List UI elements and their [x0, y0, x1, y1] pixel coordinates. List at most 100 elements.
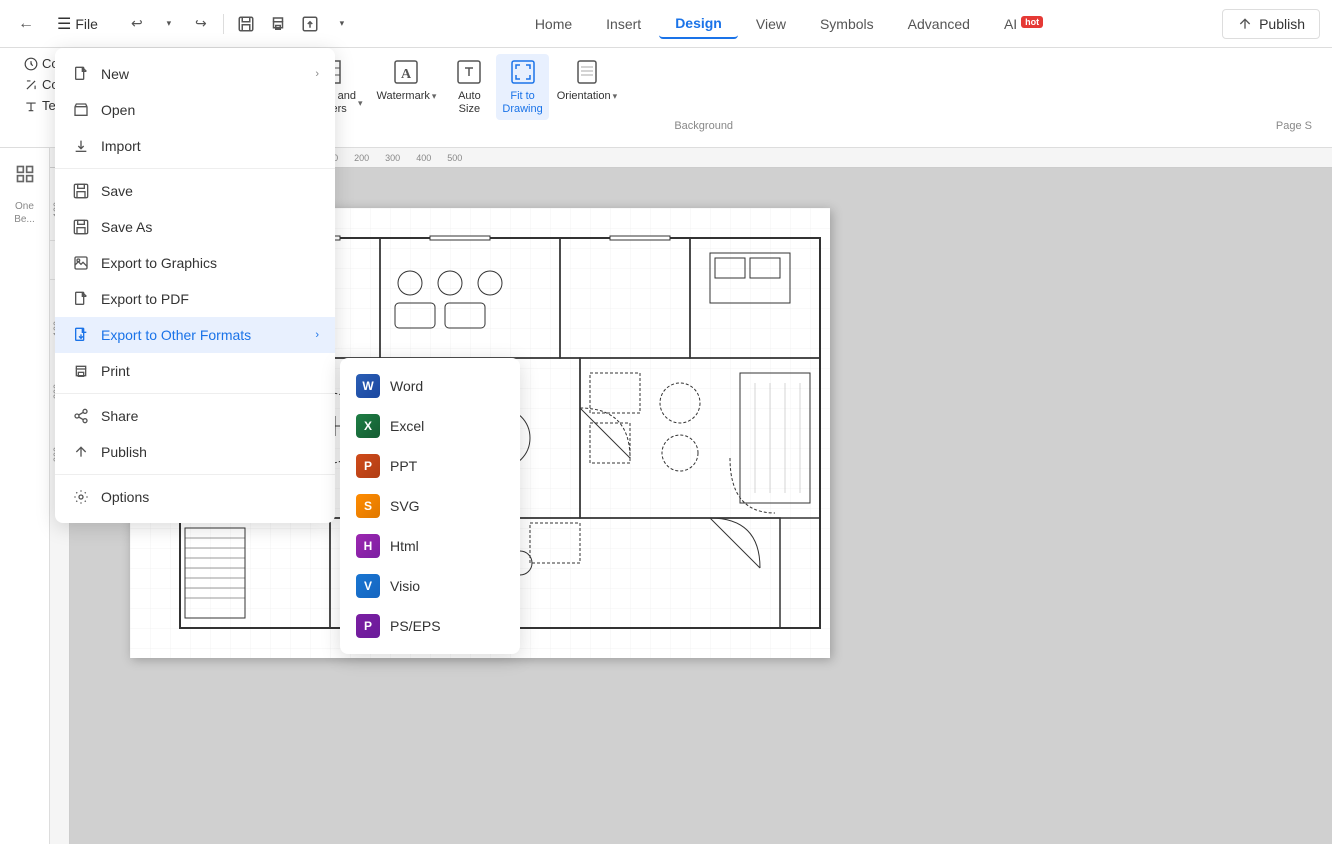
share-icon [71, 406, 91, 426]
menu-item-export-other[interactable]: Export to Other Formats › [55, 317, 335, 353]
fit-to-drawing-button[interactable]: Fit toDrawing [496, 54, 548, 120]
menu-item-save[interactable]: Save [55, 173, 335, 209]
export-other-chevron: › [315, 329, 319, 341]
import-icon [71, 136, 91, 156]
new-label: New [101, 66, 129, 82]
fit-to-drawing-label: Fit toDrawing [502, 90, 542, 116]
submenu-excel[interactable]: X Excel [340, 406, 520, 446]
submenu-word[interactable]: W Word [340, 366, 520, 406]
watermark-label: Watermark ▾ [376, 90, 436, 102]
html-label: Html [390, 538, 419, 554]
export-graphics-label: Export to Graphics [101, 255, 217, 271]
pseps-label: PS/EPS [390, 618, 441, 634]
publish-menu-icon [71, 442, 91, 462]
export-other-label: Export to Other Formats [101, 327, 251, 343]
sidebar-tab-1[interactable] [7, 156, 43, 192]
auto-size-button[interactable]: AutoSize [444, 54, 494, 120]
menu-item-export-pdf[interactable]: Export to PDF [55, 281, 335, 317]
publish-button[interactable]: Publish [1222, 9, 1320, 39]
menu-separator-3 [55, 474, 335, 475]
export-pdf-icon [71, 289, 91, 309]
publish-menu-label: Publish [101, 444, 147, 460]
new-chevron: › [315, 68, 319, 80]
left-sidebar: One Be... [0, 148, 50, 844]
menu-item-open[interactable]: Open [55, 92, 335, 128]
open-label: Open [101, 102, 135, 118]
visio-label: Visio [390, 578, 420, 594]
menu-item-publish[interactable]: Publish [55, 434, 335, 470]
ai-badge: hot [1021, 16, 1043, 28]
undo-button[interactable]: ↩ [123, 10, 151, 38]
print-menu-icon [71, 361, 91, 381]
excel-icon: X [356, 414, 380, 438]
save-as-label: Save As [101, 219, 152, 235]
svg-icon: S [356, 494, 380, 518]
sidebar-text: One Be... [14, 200, 35, 226]
tab-home[interactable]: Home [519, 10, 588, 38]
options-label: Options [101, 489, 149, 505]
file-menu-button[interactable]: ☰ File [46, 9, 109, 39]
print-menu-label: Print [101, 363, 130, 379]
nav-tabs: Home Insert Design View Symbols Advanced… [519, 9, 1059, 39]
menu-item-import[interactable]: Import [55, 128, 335, 164]
title-bar: ← ☰ File ↩ ▾ ↪ ▾ Home Insert Design View [0, 0, 1332, 48]
options-icon [71, 487, 91, 507]
word-icon: W [356, 374, 380, 398]
submenu-ppt[interactable]: P PPT [340, 446, 520, 486]
publish-label: Publish [1259, 16, 1305, 32]
submenu-svg[interactable]: S SVG [340, 486, 520, 526]
tab-view[interactable]: View [740, 10, 802, 38]
menu-item-new[interactable]: New › [55, 56, 335, 92]
tab-ai[interactable]: AI hot [988, 10, 1059, 38]
menu-separator-1 [55, 168, 335, 169]
tab-design[interactable]: Design [659, 9, 738, 39]
open-icon [71, 100, 91, 120]
redo-button[interactable]: ↪ [187, 10, 215, 38]
menu-item-save-as[interactable]: Save As [55, 209, 335, 245]
title-bar-left: ← ☰ File ↩ ▾ ↪ ▾ [12, 9, 356, 39]
export-graphics-icon [71, 253, 91, 273]
undo-dropdown[interactable]: ▾ [155, 10, 183, 38]
menu-item-print[interactable]: Print [55, 353, 335, 389]
file-label: File [75, 16, 98, 32]
save-as-icon [71, 217, 91, 237]
save-label: Save [101, 183, 133, 199]
html-icon: H [356, 534, 380, 558]
orientation-button[interactable]: Orientation ▾ [551, 54, 623, 106]
tab-advanced[interactable]: Advanced [892, 10, 986, 38]
tab-symbols[interactable]: Symbols [804, 10, 890, 38]
menu-item-options[interactable]: Options [55, 479, 335, 515]
import-label: Import [101, 138, 141, 154]
ppt-icon: P [356, 454, 380, 478]
word-label: Word [390, 378, 423, 394]
orientation-label: Orientation ▾ [557, 90, 617, 102]
submenu-pseps[interactable]: P PS/EPS [340, 606, 520, 646]
save-icon [71, 181, 91, 201]
menu-item-share[interactable]: Share [55, 398, 335, 434]
toolbar-icons: ↩ ▾ ↪ ▾ [123, 10, 356, 38]
file-menu[interactable]: New › Open Import Save [55, 48, 335, 523]
submenu-html[interactable]: H Html [340, 526, 520, 566]
print-button[interactable] [264, 10, 292, 38]
more-button[interactable]: ▾ [328, 10, 356, 38]
page-section-label: Page S [1276, 120, 1312, 132]
visio-icon: V [356, 574, 380, 598]
export-pdf-label: Export to PDF [101, 291, 189, 307]
submenu-visio[interactable]: V Visio [340, 566, 520, 606]
export-button[interactable] [296, 10, 324, 38]
menu-separator-2 [55, 393, 335, 394]
watermark-button[interactable]: A Watermark ▾ [370, 54, 442, 106]
back-button[interactable]: ← [12, 10, 40, 38]
menu-item-export-graphics[interactable]: Export to Graphics [55, 245, 335, 281]
auto-size-label: AutoSize [458, 90, 481, 116]
save-button[interactable] [232, 10, 260, 38]
pseps-icon: P [356, 614, 380, 638]
share-label: Share [101, 408, 138, 424]
ppt-label: PPT [390, 458, 417, 474]
export-other-icon [71, 325, 91, 345]
svg-text:A: A [401, 67, 412, 82]
excel-label: Excel [390, 418, 424, 434]
tab-insert[interactable]: Insert [590, 10, 657, 38]
export-submenu[interactable]: W Word X Excel P PPT S SVG [340, 358, 520, 654]
svg-label: SVG [390, 498, 420, 514]
